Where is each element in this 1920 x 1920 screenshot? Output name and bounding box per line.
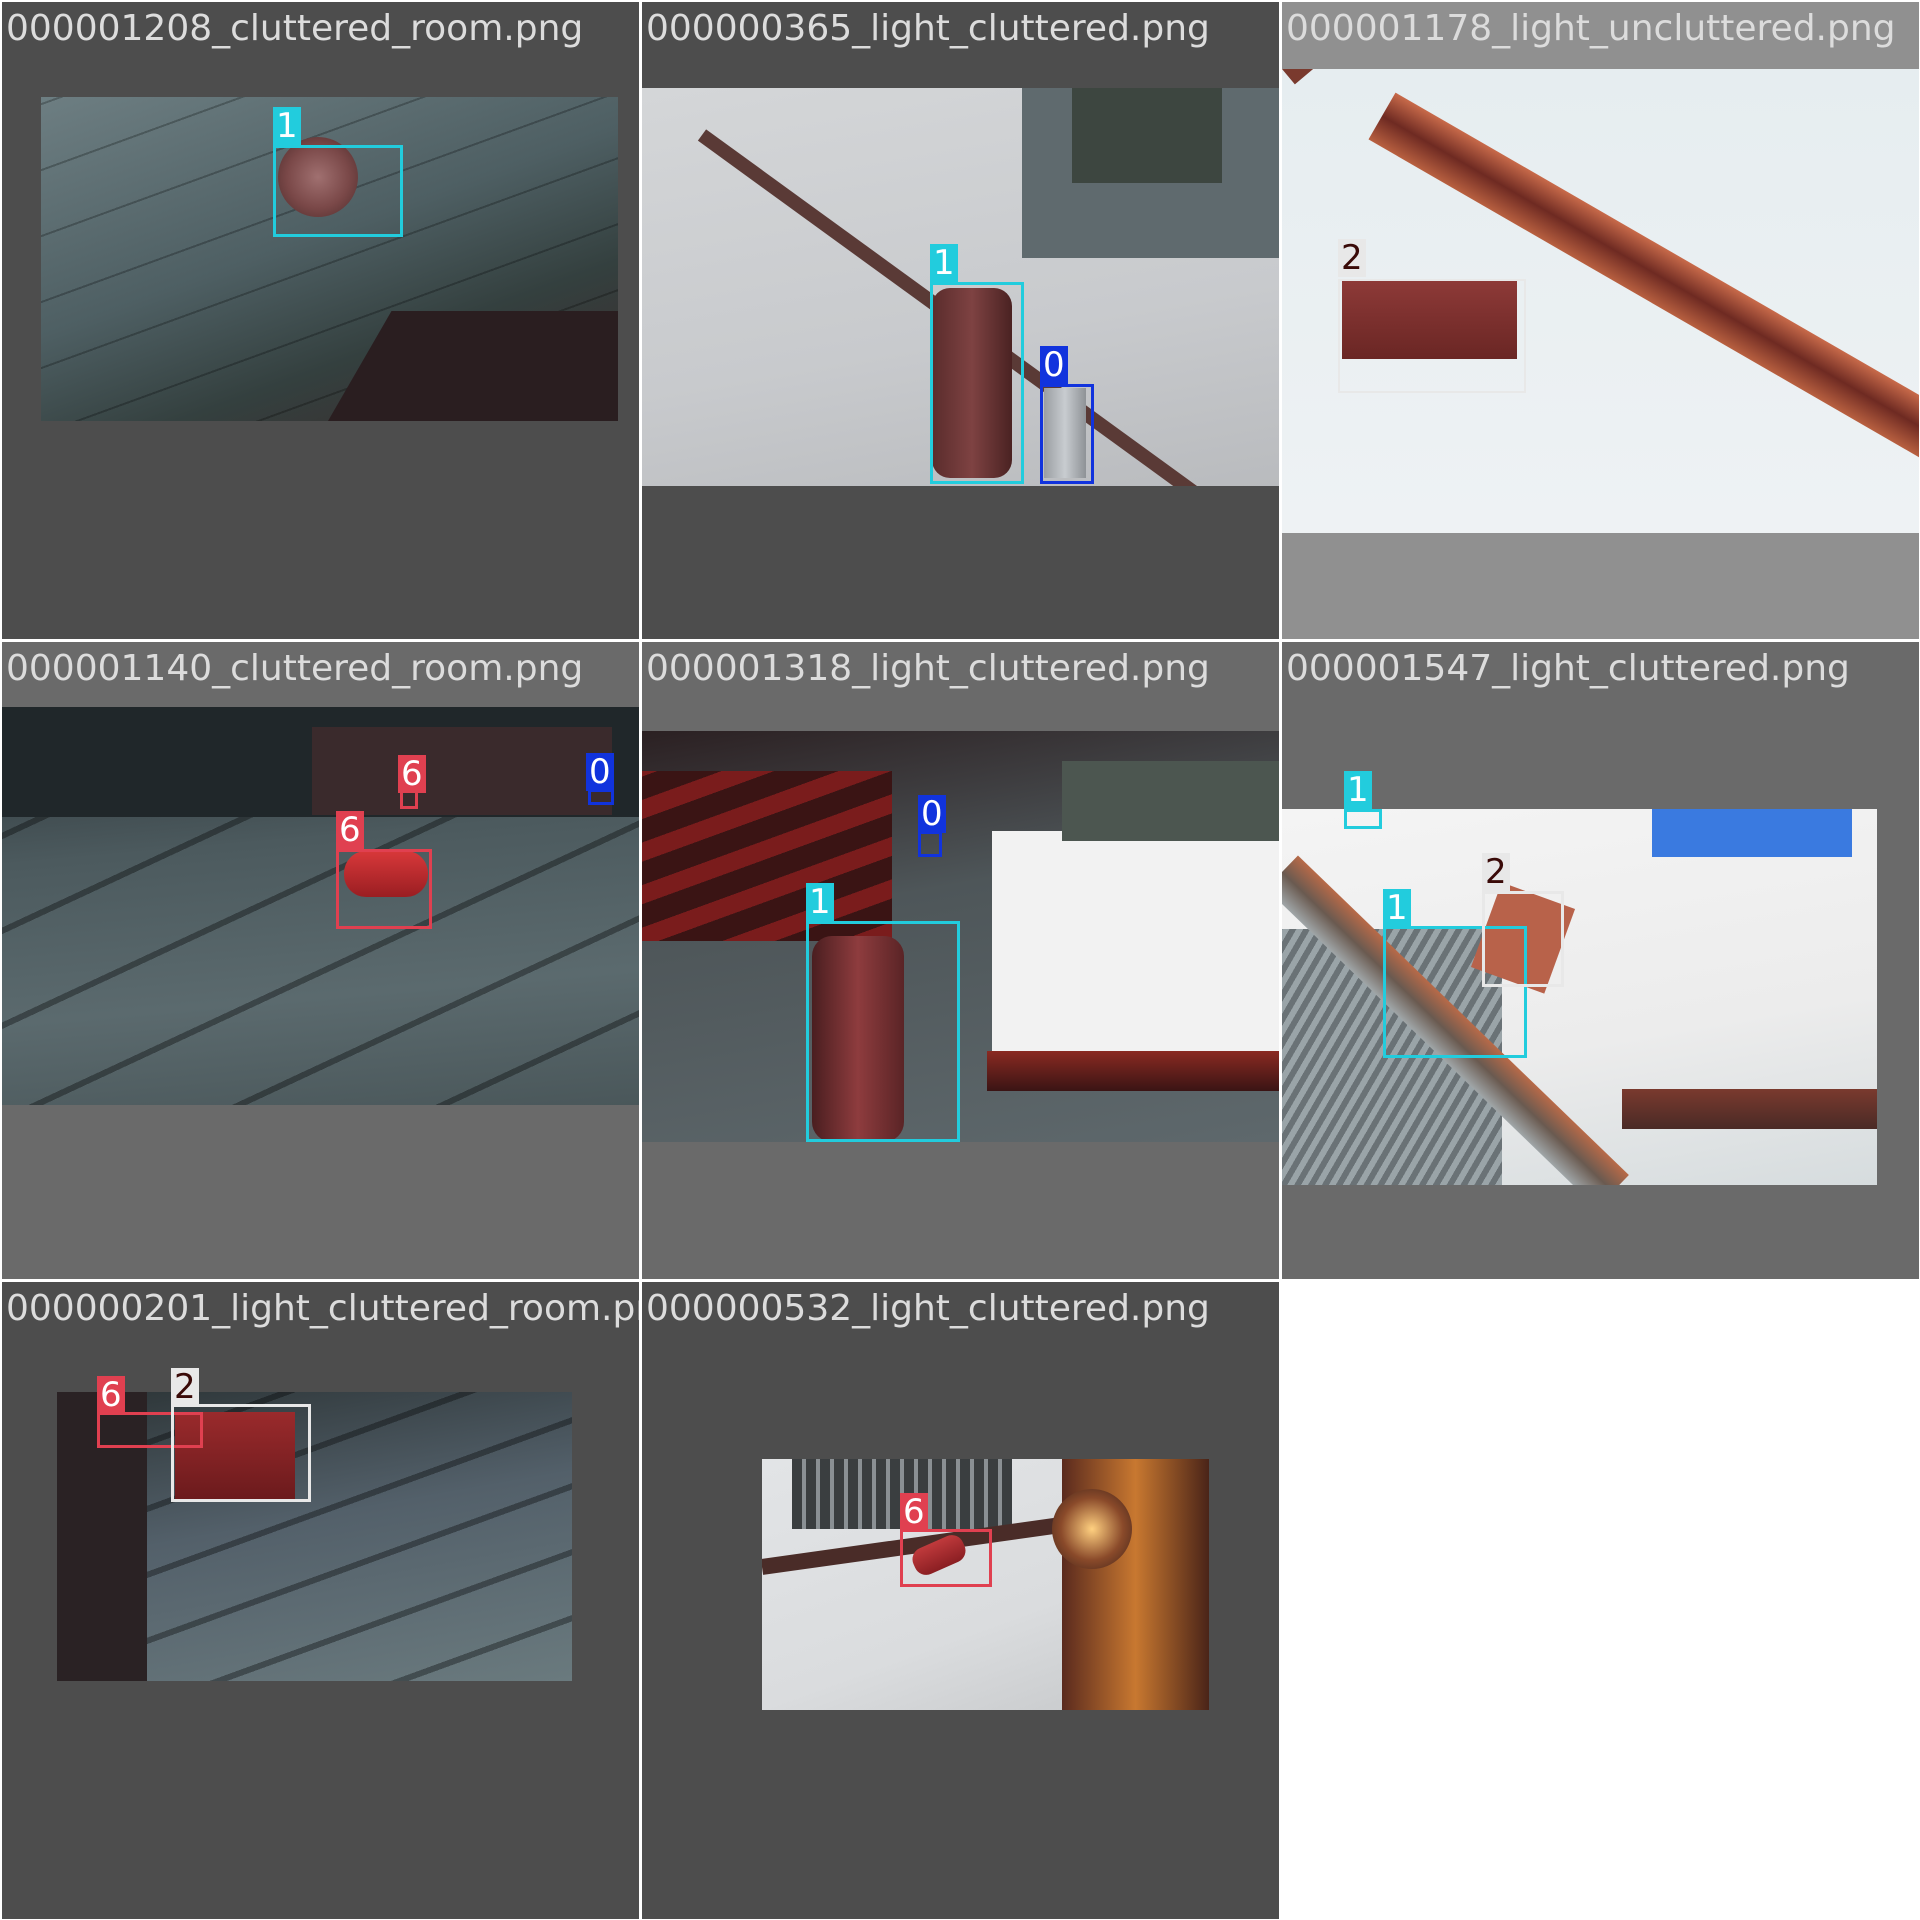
detection-label: 0 <box>1040 346 1068 384</box>
image-filename: 000001140_cluttered_room.png <box>6 648 584 689</box>
mosaic-cell: 000001208_cluttered_room.png 1 <box>2 2 639 639</box>
image-filename: 000001318_light_cluttered.png <box>646 648 1210 689</box>
scene-image: 1 2 <box>1282 809 1877 1185</box>
detection-box <box>273 145 403 237</box>
scene-image: 6 6 0 <box>2 707 639 1105</box>
mosaic-cell: 000001140_cluttered_room.png 6 6 0 <box>2 642 639 1279</box>
round-fixture <box>1052 1489 1132 1569</box>
detection-label: 6 <box>97 1376 125 1414</box>
image-filename: 000000201_light_cluttered_room.png <box>6 1288 639 1329</box>
image-filename: 000000365_light_cluttered.png <box>646 8 1210 49</box>
detection-box <box>900 1529 992 1587</box>
beam-left <box>1282 69 1395 85</box>
blue-pallet <box>1652 809 1852 857</box>
crates <box>1062 761 1279 841</box>
pipe-beam <box>1368 92 1919 460</box>
detection-label: 1 <box>806 883 834 921</box>
detection-label: 2 <box>1482 853 1510 891</box>
detection-label: 0 <box>586 753 614 791</box>
detection-box <box>336 849 432 929</box>
mosaic-grid: 000001208_cluttered_room.png 1 000000365… <box>0 0 1920 1920</box>
detection-label: 6 <box>336 811 364 849</box>
mosaic-cell: 000001318_light_cluttered.png 1 0 <box>642 642 1279 1279</box>
scene-image: 1 0 <box>642 731 1279 1142</box>
mosaic-cell: 000001547_light_cluttered.png 1 2 1 <box>1282 642 1919 1279</box>
image-filename: 000000532_light_cluttered.png <box>646 1288 1210 1329</box>
detection-box <box>806 921 960 1142</box>
detection-label: 6 <box>398 755 426 793</box>
scene-image: 1 <box>41 97 618 421</box>
detection-label: 1 <box>930 244 958 282</box>
scene-image: 2 <box>1282 69 1919 533</box>
image-filename: 000001178_light_uncluttered.png <box>1286 8 1896 49</box>
scene-image: 6 <box>762 1459 1209 1710</box>
detection-label: 0 <box>918 795 946 833</box>
mosaic-cell: 000001178_light_uncluttered.png 2 <box>1282 2 1919 639</box>
detection-label: 1 <box>1383 889 1411 927</box>
mosaic-cell: 000000201_light_cluttered_room.png 6 2 <box>2 1282 639 1919</box>
detection-box <box>1338 279 1526 393</box>
detection-box <box>930 282 1024 484</box>
mosaic-cell: 000000365_light_cluttered.png 1 0 <box>642 2 1279 639</box>
detection-box <box>1344 809 1382 829</box>
detection-box <box>918 831 942 857</box>
detection-label: 1 <box>273 107 301 145</box>
floor-rails <box>2 817 639 1105</box>
detection-label: 2 <box>171 1368 199 1406</box>
detection-box <box>171 1404 311 1502</box>
detection-label: 1 <box>1344 771 1372 809</box>
scene-image: 1 0 <box>642 88 1279 486</box>
detection-label: 2 <box>1338 239 1366 277</box>
mosaic-cell: 000000532_light_cluttered.png 6 <box>642 1282 1279 1919</box>
platform-edge <box>1622 1089 1877 1129</box>
image-filename: 000001547_light_cluttered.png <box>1286 648 1850 689</box>
platform-edge <box>987 1051 1279 1091</box>
detection-label: 6 <box>900 1493 928 1531</box>
detection-box <box>1040 384 1094 484</box>
back-panel <box>312 727 612 815</box>
crate <box>1072 88 1222 183</box>
scene-image <box>57 1392 572 1681</box>
red-stairs <box>642 771 892 941</box>
detection-box <box>1482 891 1564 987</box>
image-filename: 000001208_cluttered_room.png <box>6 8 584 49</box>
white-platform <box>992 831 1279 1071</box>
